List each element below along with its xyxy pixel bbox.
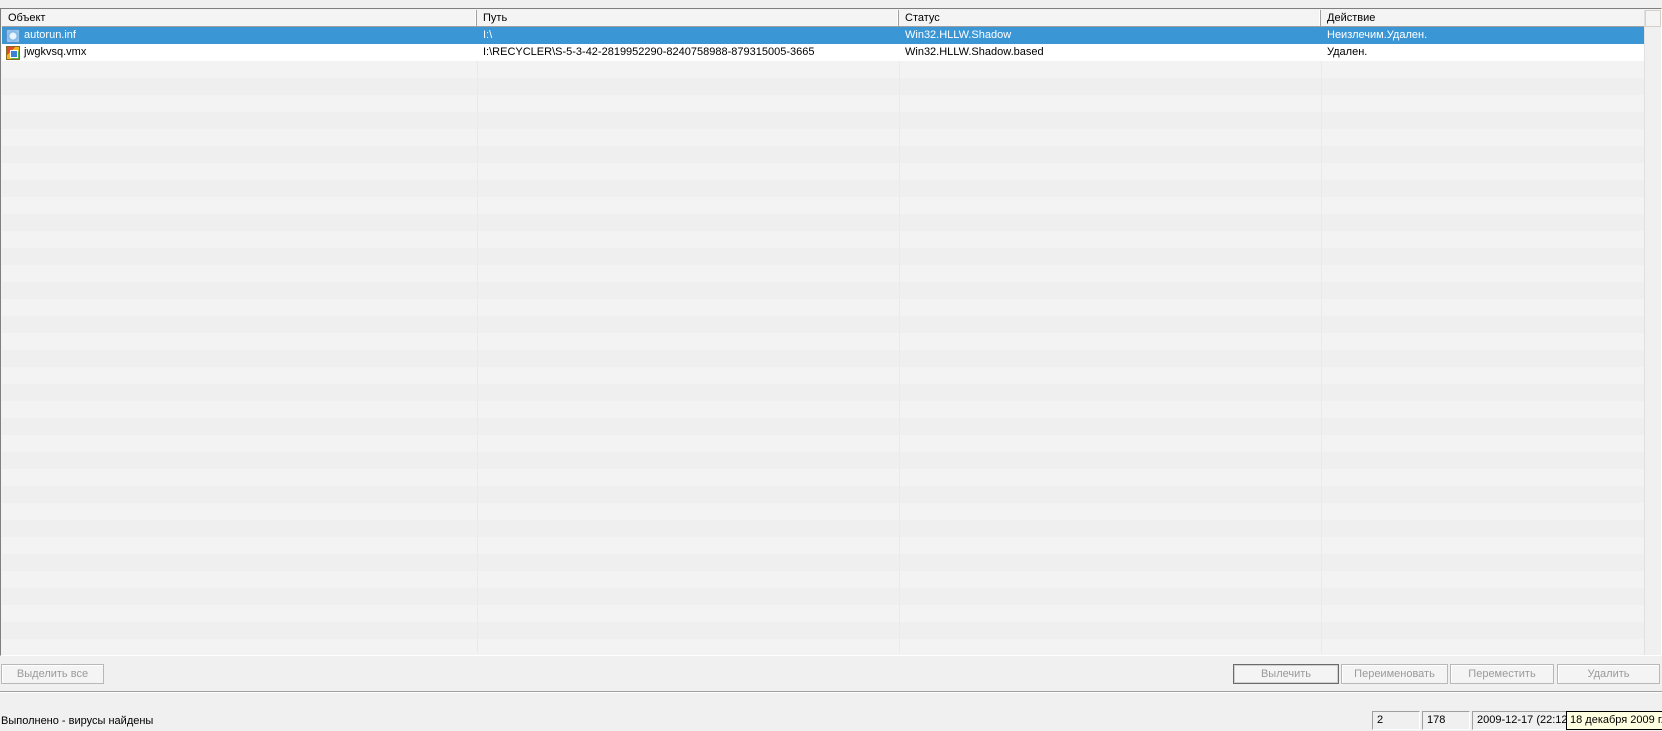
scan-results-window: Объект Путь Статус Действие autorun.inf … [0,0,1662,731]
cell-status: Win32.HLLW.Shadow.based [905,46,1044,58]
cell-path: I:\ [483,29,493,41]
status-panel-count2: 178 [1422,711,1470,730]
list-header: Объект Путь Статус Действие [2,10,1645,27]
cell-action: Удален. [1327,46,1368,58]
cell-action: Неизлечим.Удален. [1327,29,1428,41]
column-header-path[interactable]: Путь [477,10,899,26]
rename-button[interactable]: Переименовать [1341,664,1448,684]
table-row[interactable]: jwgkvsq.vmx I:\RECYCLER\S-5-3-42-2819952… [2,44,1645,61]
cure-button[interactable]: Вылечить [1233,664,1339,684]
results-list-view[interactable]: Объект Путь Статус Действие autorun.inf … [0,8,1662,656]
move-button[interactable]: Переместить [1450,664,1554,684]
cell-object: jwgkvsq.vmx [2,44,477,61]
cell-status: Win32.HLLW.Shadow [905,29,1012,41]
date-tooltip: 18 декабря 2009 г. [1566,711,1662,730]
scroll-up-button[interactable] [1645,10,1661,27]
cell-object: autorun.inf [2,27,477,44]
table-row[interactable]: autorun.inf I:\ Win32.HLLW.Shadow Неизле… [2,27,1645,44]
column-divider [477,61,478,653]
column-divider [1321,61,1322,653]
select-all-button[interactable]: Выделить все [1,664,104,684]
status-separator [0,691,1662,693]
column-header-object[interactable]: Объект [2,10,477,26]
vertical-scrollbar[interactable] [1644,10,1661,655]
inf-file-icon [6,28,20,43]
column-divider [899,61,900,653]
status-panel-count1: 2 [1372,711,1420,730]
object-name: jwgkvsq.vmx [24,46,87,58]
delete-button[interactable]: Удалить [1557,664,1660,684]
vmx-file-icon [6,45,20,60]
list-rows: autorun.inf I:\ Win32.HLLW.Shadow Неизле… [2,27,1645,61]
status-message: Выполнено - вирусы найдены [1,715,154,727]
object-name: autorun.inf [24,29,76,41]
column-header-status[interactable]: Статус [899,10,1321,26]
list-empty-area [2,61,1645,653]
column-header-action[interactable]: Действие [1321,10,1645,26]
cell-path: I:\RECYCLER\S-5-3-42-2819952290-82407589… [483,46,815,58]
status-panel-datetime: 2009-12-17 (22:12 [1472,711,1568,730]
